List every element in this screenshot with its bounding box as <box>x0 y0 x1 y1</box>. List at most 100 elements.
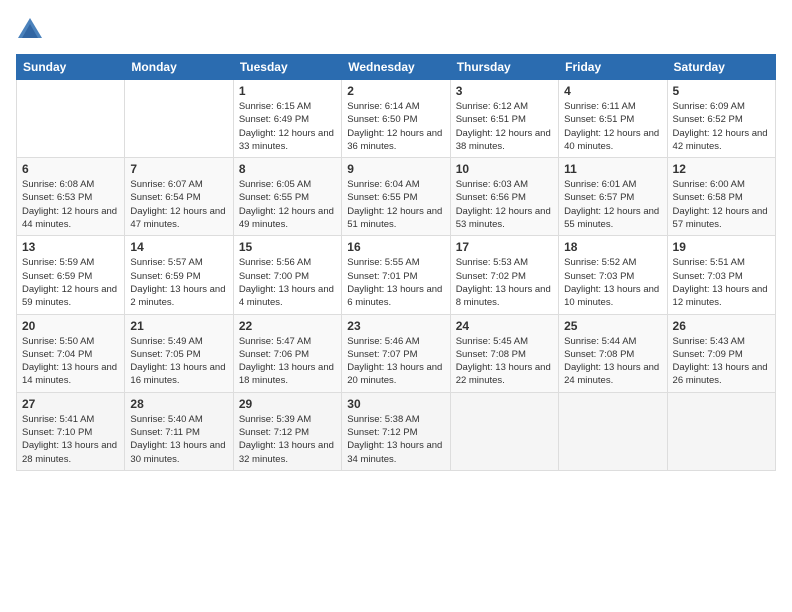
day-info: Sunrise: 6:03 AM Sunset: 6:56 PM Dayligh… <box>456 178 553 231</box>
day-number: 8 <box>239 162 336 176</box>
calendar-week-row: 6 Sunrise: 6:08 AM Sunset: 6:53 PM Daylig… <box>17 158 776 236</box>
calendar-body: 1 Sunrise: 6:15 AM Sunset: 6:49 PM Daylig… <box>17 80 776 471</box>
day-number: 21 <box>130 319 227 333</box>
day-number: 17 <box>456 240 553 254</box>
calendar-cell: 22 Sunrise: 5:47 AM Sunset: 7:06 PM Dayli… <box>233 314 341 392</box>
calendar-cell <box>559 392 667 470</box>
day-number: 9 <box>347 162 444 176</box>
weekday-header-saturday: Saturday <box>667 55 775 80</box>
calendar-cell: 15 Sunrise: 5:56 AM Sunset: 7:00 PM Dayli… <box>233 236 341 314</box>
calendar-cell: 9Sunrise: 6:04 AM Sunset: 6:55 PM Daylig… <box>342 158 450 236</box>
calendar-cell <box>667 392 775 470</box>
calendar-week-row: 1 Sunrise: 6:15 AM Sunset: 6:49 PM Daylig… <box>17 80 776 158</box>
calendar-table: SundayMondayTuesdayWednesdayThursdayFrid… <box>16 54 776 471</box>
calendar-cell: 23 Sunrise: 5:46 AM Sunset: 7:07 PM Dayli… <box>342 314 450 392</box>
calendar-cell: 2 Sunrise: 6:14 AM Sunset: 6:50 PM Daylig… <box>342 80 450 158</box>
calendar-cell: 19Sunrise: 5:51 AM Sunset: 7:03 PM Dayli… <box>667 236 775 314</box>
day-info: Sunrise: 5:51 AM Sunset: 7:03 PM Dayligh… <box>673 256 770 309</box>
calendar-cell: 1 Sunrise: 6:15 AM Sunset: 6:49 PM Daylig… <box>233 80 341 158</box>
day-number: 2 <box>347 84 444 98</box>
calendar-week-row: 27Sunrise: 5:41 AM Sunset: 7:10 PM Dayli… <box>17 392 776 470</box>
weekday-header-friday: Friday <box>559 55 667 80</box>
weekday-header-tuesday: Tuesday <box>233 55 341 80</box>
calendar-cell <box>450 392 558 470</box>
day-info: Sunrise: 6:07 AM Sunset: 6:54 PM Dayligh… <box>130 178 227 231</box>
day-info: Sunrise: 6:11 AM Sunset: 6:51 PM Dayligh… <box>564 100 661 153</box>
day-info: Sunrise: 6:00 AM Sunset: 6:58 PM Dayligh… <box>673 178 770 231</box>
day-number: 3 <box>456 84 553 98</box>
page-header <box>16 16 776 44</box>
calendar-cell: 4 Sunrise: 6:11 AM Sunset: 6:51 PM Daylig… <box>559 80 667 158</box>
logo <box>16 16 48 44</box>
calendar-cell: 20 Sunrise: 5:50 AM Sunset: 7:04 PM Dayli… <box>17 314 125 392</box>
calendar-cell: 7 Sunrise: 6:07 AM Sunset: 6:54 PM Daylig… <box>125 158 233 236</box>
day-info: Sunrise: 5:41 AM Sunset: 7:10 PM Dayligh… <box>22 413 119 466</box>
calendar-cell: 28 Sunrise: 5:40 AM Sunset: 7:11 PM Dayli… <box>125 392 233 470</box>
day-info: Sunrise: 6:15 AM Sunset: 6:49 PM Dayligh… <box>239 100 336 153</box>
calendar-cell: 6 Sunrise: 6:08 AM Sunset: 6:53 PM Daylig… <box>17 158 125 236</box>
calendar-cell: 27Sunrise: 5:41 AM Sunset: 7:10 PM Dayli… <box>17 392 125 470</box>
day-number: 20 <box>22 319 119 333</box>
day-info: Sunrise: 5:47 AM Sunset: 7:06 PM Dayligh… <box>239 335 336 388</box>
day-number: 23 <box>347 319 444 333</box>
weekday-header-sunday: Sunday <box>17 55 125 80</box>
day-number: 28 <box>130 397 227 411</box>
day-number: 1 <box>239 84 336 98</box>
day-number: 7 <box>130 162 227 176</box>
day-number: 4 <box>564 84 661 98</box>
day-info: Sunrise: 6:08 AM Sunset: 6:53 PM Dayligh… <box>22 178 119 231</box>
day-number: 30 <box>347 397 444 411</box>
calendar-cell: 14 Sunrise: 5:57 AM Sunset: 6:59 PM Dayli… <box>125 236 233 314</box>
day-info: Sunrise: 5:38 AM Sunset: 7:12 PM Dayligh… <box>347 413 444 466</box>
day-info: Sunrise: 5:45 AM Sunset: 7:08 PM Dayligh… <box>456 335 553 388</box>
calendar-cell: 17 Sunrise: 5:53 AM Sunset: 7:02 PM Dayli… <box>450 236 558 314</box>
calendar-cell: 21Sunrise: 5:49 AM Sunset: 7:05 PM Dayli… <box>125 314 233 392</box>
weekday-header-row: SundayMondayTuesdayWednesdayThursdayFrid… <box>17 55 776 80</box>
day-info: Sunrise: 5:55 AM Sunset: 7:01 PM Dayligh… <box>347 256 444 309</box>
day-info: Sunrise: 5:40 AM Sunset: 7:11 PM Dayligh… <box>130 413 227 466</box>
calendar-cell: 26Sunrise: 5:43 AM Sunset: 7:09 PM Dayli… <box>667 314 775 392</box>
logo-icon <box>16 16 44 44</box>
calendar-cell: 3 Sunrise: 6:12 AM Sunset: 6:51 PM Daylig… <box>450 80 558 158</box>
calendar-cell: 25Sunrise: 5:44 AM Sunset: 7:08 PM Dayli… <box>559 314 667 392</box>
day-info: Sunrise: 6:12 AM Sunset: 6:51 PM Dayligh… <box>456 100 553 153</box>
day-number: 13 <box>22 240 119 254</box>
day-number: 11 <box>564 162 661 176</box>
calendar-cell: 12 Sunrise: 6:00 AM Sunset: 6:58 PM Dayli… <box>667 158 775 236</box>
day-info: Sunrise: 5:57 AM Sunset: 6:59 PM Dayligh… <box>130 256 227 309</box>
day-info: Sunrise: 5:53 AM Sunset: 7:02 PM Dayligh… <box>456 256 553 309</box>
calendar-cell: 18 Sunrise: 5:52 AM Sunset: 7:03 PM Dayli… <box>559 236 667 314</box>
calendar-cell: 5Sunrise: 6:09 AM Sunset: 6:52 PM Daylig… <box>667 80 775 158</box>
calendar-cell: 13 Sunrise: 5:59 AM Sunset: 6:59 PM Dayli… <box>17 236 125 314</box>
day-info: Sunrise: 5:52 AM Sunset: 7:03 PM Dayligh… <box>564 256 661 309</box>
day-number: 25 <box>564 319 661 333</box>
weekday-header-wednesday: Wednesday <box>342 55 450 80</box>
day-info: Sunrise: 5:59 AM Sunset: 6:59 PM Dayligh… <box>22 256 119 309</box>
day-number: 18 <box>564 240 661 254</box>
calendar-cell: 10 Sunrise: 6:03 AM Sunset: 6:56 PM Dayli… <box>450 158 558 236</box>
day-number: 14 <box>130 240 227 254</box>
day-info: Sunrise: 6:05 AM Sunset: 6:55 PM Dayligh… <box>239 178 336 231</box>
day-number: 24 <box>456 319 553 333</box>
calendar-cell: 30 Sunrise: 5:38 AM Sunset: 7:12 PM Dayli… <box>342 392 450 470</box>
day-info: Sunrise: 5:39 AM Sunset: 7:12 PM Dayligh… <box>239 413 336 466</box>
day-number: 12 <box>673 162 770 176</box>
calendar-cell <box>125 80 233 158</box>
calendar-cell <box>17 80 125 158</box>
weekday-header-thursday: Thursday <box>450 55 558 80</box>
day-info: Sunrise: 5:46 AM Sunset: 7:07 PM Dayligh… <box>347 335 444 388</box>
day-info: Sunrise: 6:14 AM Sunset: 6:50 PM Dayligh… <box>347 100 444 153</box>
day-number: 6 <box>22 162 119 176</box>
weekday-header-monday: Monday <box>125 55 233 80</box>
day-number: 15 <box>239 240 336 254</box>
calendar-week-row: 13 Sunrise: 5:59 AM Sunset: 6:59 PM Dayli… <box>17 236 776 314</box>
calendar-cell: 8 Sunrise: 6:05 AM Sunset: 6:55 PM Daylig… <box>233 158 341 236</box>
day-number: 26 <box>673 319 770 333</box>
day-info: Sunrise: 5:50 AM Sunset: 7:04 PM Dayligh… <box>22 335 119 388</box>
day-info: Sunrise: 5:56 AM Sunset: 7:00 PM Dayligh… <box>239 256 336 309</box>
calendar-cell: 16Sunrise: 5:55 AM Sunset: 7:01 PM Dayli… <box>342 236 450 314</box>
day-number: 10 <box>456 162 553 176</box>
day-number: 5 <box>673 84 770 98</box>
day-number: 22 <box>239 319 336 333</box>
calendar-week-row: 20 Sunrise: 5:50 AM Sunset: 7:04 PM Dayli… <box>17 314 776 392</box>
